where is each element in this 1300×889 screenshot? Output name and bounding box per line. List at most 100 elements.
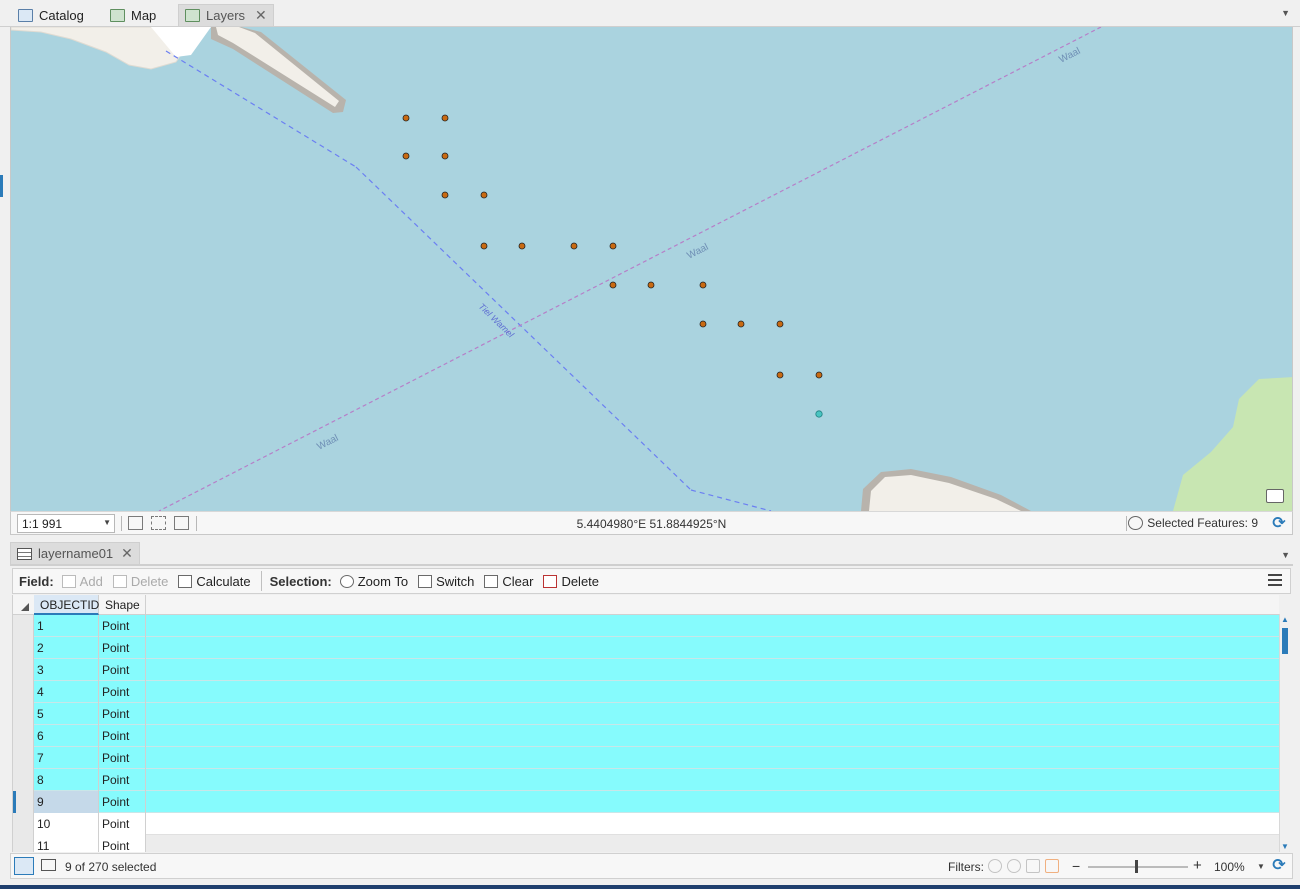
select-all-corner[interactable] (13, 595, 34, 615)
calculate-field-button[interactable]: Calculate (178, 574, 251, 589)
row-header[interactable] (13, 681, 34, 703)
chevron-down-icon[interactable]: ▼ (1281, 550, 1290, 560)
cell-objectid[interactable]: 8 (34, 769, 99, 791)
table-row[interactable]: 10 Point (13, 813, 1279, 835)
filter-time-icon[interactable] (1007, 859, 1021, 873)
row-header[interactable] (13, 835, 34, 852)
row-header[interactable] (13, 747, 34, 769)
point-feature[interactable] (480, 191, 488, 199)
tab-attribute-table[interactable]: layername01 ✕ (10, 542, 140, 564)
show-all-records-icon[interactable] (14, 857, 34, 875)
cell-shape[interactable]: Point (99, 681, 146, 703)
cell-objectid[interactable]: 9 (34, 791, 99, 813)
cell-shape[interactable]: Point (99, 725, 146, 747)
chevron-down-icon[interactable]: ▼ (1257, 862, 1265, 871)
tab-map[interactable]: Map (104, 4, 162, 26)
point-feature[interactable] (441, 191, 449, 199)
switch-selection-button[interactable]: Switch (418, 574, 474, 589)
map-view[interactable]: Waal Waal Waal Tiel Wamel (10, 27, 1293, 511)
table-row[interactable]: 8 Point (13, 769, 1279, 791)
selected-features-indicator[interactable]: Selected Features: 9 (1128, 516, 1258, 530)
cell-objectid[interactable]: 11 (34, 835, 99, 852)
point-feature[interactable] (776, 320, 784, 328)
point-feature[interactable] (609, 281, 617, 289)
cell-shape[interactable]: Point (99, 813, 146, 835)
zoom-percent[interactable]: 100% (1214, 860, 1245, 874)
point-feature[interactable] (647, 281, 655, 289)
zoom-to-button[interactable]: Zoom To (339, 574, 408, 589)
cell-shape[interactable]: Point (99, 835, 146, 852)
close-icon[interactable]: ✕ (255, 7, 267, 24)
table-row[interactable]: 11 Point (13, 835, 1279, 852)
point-feature[interactable] (737, 320, 745, 328)
cell-objectid[interactable]: 3 (34, 659, 99, 681)
cell-shape[interactable]: Point (99, 703, 146, 725)
point-feature[interactable] (518, 242, 526, 250)
tab-layers[interactable]: Layers ✕ (178, 4, 274, 26)
clear-selection-button[interactable]: Clear (484, 574, 533, 589)
point-feature[interactable] (402, 114, 410, 122)
cell-objectid[interactable]: 4 (34, 681, 99, 703)
row-header[interactable] (13, 725, 34, 747)
cell-shape[interactable]: Point (99, 769, 146, 791)
cell-shape[interactable]: Point (99, 659, 146, 681)
zoom-out-button[interactable]: − (1072, 858, 1080, 874)
delete-selection-button[interactable]: Delete (543, 574, 599, 589)
column-header-shape[interactable]: Shape (99, 595, 146, 615)
table-row[interactable]: 1 Point (13, 615, 1279, 637)
cell-objectid[interactable]: 6 (34, 725, 99, 747)
menu-icon[interactable] (1268, 574, 1282, 586)
point-feature[interactable] (480, 242, 488, 250)
zoom-slider[interactable] (1088, 866, 1188, 868)
chevron-down-icon[interactable]: ▼ (1281, 8, 1290, 18)
cell-objectid[interactable]: 7 (34, 747, 99, 769)
table-row[interactable]: 3 Point (13, 659, 1279, 681)
refresh-icon[interactable]: ⟳ (1270, 857, 1288, 875)
cell-objectid[interactable]: 10 (34, 813, 99, 835)
cell-shape[interactable]: Point (99, 615, 146, 637)
point-feature[interactable] (441, 152, 449, 160)
table-row[interactable]: 5 Point (13, 703, 1279, 725)
row-header[interactable] (13, 659, 34, 681)
scrollbar-thumb[interactable] (1282, 628, 1288, 654)
table-row[interactable]: 7 Point (13, 747, 1279, 769)
refresh-icon[interactable]: ⟳ (1270, 515, 1288, 533)
tab-catalog[interactable]: Catalog (12, 4, 90, 26)
cell-shape[interactable]: Point (99, 637, 146, 659)
point-feature[interactable] (609, 242, 617, 250)
point-feature[interactable] (441, 114, 449, 122)
point-feature[interactable] (570, 242, 578, 250)
zoom-slider-handle[interactable] (1135, 860, 1138, 873)
row-header[interactable] (13, 791, 34, 813)
cell-shape[interactable]: Point (99, 791, 146, 813)
show-selected-records-icon[interactable] (41, 859, 56, 871)
table-row[interactable]: 2 Point (13, 637, 1279, 659)
add-field-button[interactable]: Add (61, 574, 103, 589)
map-notes-icon[interactable] (1266, 489, 1284, 503)
table-row[interactable]: 4 Point (13, 681, 1279, 703)
zoom-in-button[interactable]: + (1193, 857, 1202, 874)
cell-shape[interactable]: Point (99, 747, 146, 769)
scroll-down-icon[interactable]: ▼ (1281, 842, 1289, 851)
point-feature[interactable] (699, 281, 707, 289)
table-scrollbar[interactable]: ▲ ▼ (1279, 614, 1290, 852)
column-header-objectid[interactable]: OBJECTID (34, 595, 99, 615)
selected-point-feature[interactable] (815, 410, 823, 418)
table-row[interactable]: 9 Point (13, 791, 1279, 813)
point-feature[interactable] (402, 152, 410, 160)
close-icon[interactable]: ✕ (121, 545, 133, 562)
delete-field-button[interactable]: Delete (112, 574, 168, 589)
filter-extent-icon[interactable] (988, 859, 1002, 873)
scroll-up-icon[interactable]: ▲ (1281, 615, 1289, 624)
row-header[interactable] (13, 769, 34, 791)
point-feature[interactable] (815, 371, 823, 379)
cell-objectid[interactable]: 5 (34, 703, 99, 725)
row-header[interactable] (13, 703, 34, 725)
filter-query-icon[interactable] (1026, 859, 1040, 873)
cell-objectid[interactable]: 1 (34, 615, 99, 637)
point-feature[interactable] (776, 371, 784, 379)
row-header[interactable] (13, 637, 34, 659)
point-feature[interactable] (699, 320, 707, 328)
row-header[interactable] (13, 813, 34, 835)
cell-objectid[interactable]: 2 (34, 637, 99, 659)
